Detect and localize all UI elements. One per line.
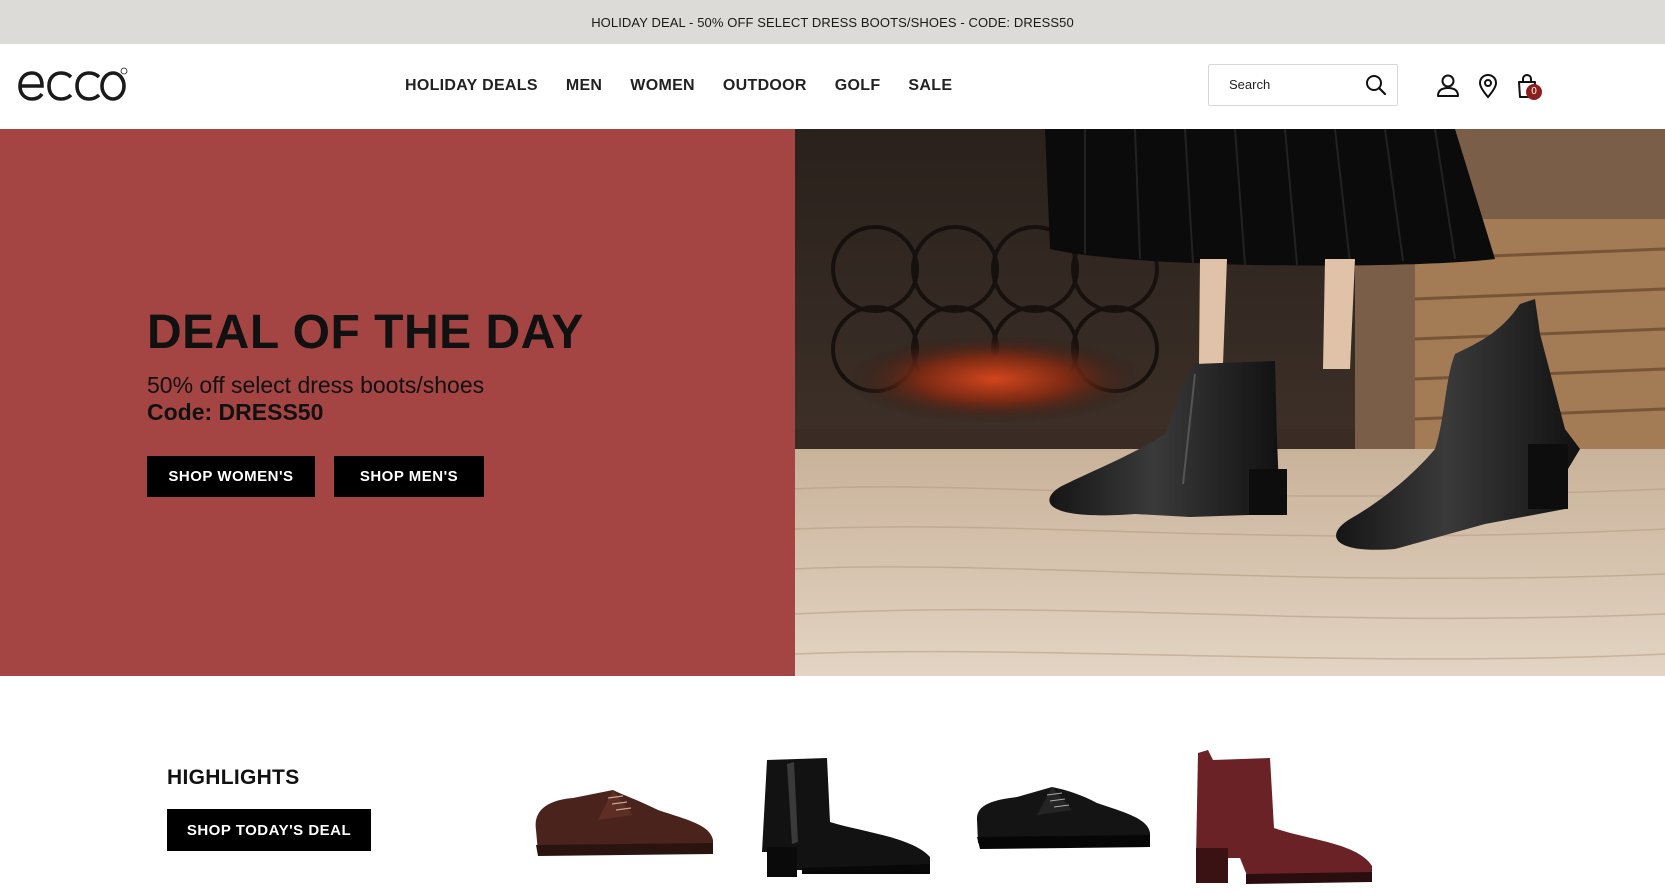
- hero-image: [795, 129, 1665, 676]
- shop-mens-button[interactable]: SHOP MEN'S: [334, 456, 484, 497]
- search-box: [1208, 64, 1398, 106]
- hero-title: DEAL OF THE DAY: [147, 306, 584, 359]
- shop-womens-button[interactable]: SHOP WOMEN'S: [147, 456, 315, 497]
- search-icon[interactable]: [1365, 74, 1387, 96]
- nav-men[interactable]: MEN: [566, 74, 602, 98]
- highlights-title: HIGHLIGHTS: [167, 766, 300, 789]
- black-ankle-boot[interactable]: [752, 752, 932, 882]
- hero-subtitle: 50% off select dress boots/shoes: [147, 372, 485, 398]
- brown-derby-shoe[interactable]: [528, 770, 718, 860]
- cart-count-badge: 0: [1526, 84, 1542, 100]
- nav-holiday-deals[interactable]: HOLIDAY DEALS: [405, 74, 538, 98]
- site-header: HOLIDAY DEALS MEN WOMEN OUTDOOR GOLF SAL…: [0, 44, 1665, 129]
- store-locator-icon[interactable]: [1476, 73, 1500, 99]
- promo-text: HOLIDAY DEAL - 50% OFF SELECT DRESS BOOT…: [591, 14, 1074, 30]
- promo-bar: HOLIDAY DEAL - 50% OFF SELECT DRESS BOOT…: [0, 0, 1665, 44]
- burgundy-suede-boot[interactable]: [1188, 748, 1378, 888]
- nav-women[interactable]: WOMEN: [630, 74, 695, 98]
- shop-todays-deal-button[interactable]: SHOP TODAY'S DEAL: [167, 809, 371, 851]
- nav-sale[interactable]: SALE: [908, 74, 952, 98]
- main-nav: HOLIDAY DEALS MEN WOMEN OUTDOOR GOLF SAL…: [405, 74, 980, 98]
- search-input[interactable]: [1229, 77, 1359, 92]
- hero-text-panel: DEAL OF THE DAY 50% off select dress boo…: [0, 129, 795, 676]
- ecco-logo[interactable]: [16, 66, 128, 106]
- hero-promo-code: Code: DRESS50: [147, 399, 324, 425]
- black-oxford-shoe[interactable]: [972, 775, 1152, 855]
- nav-golf[interactable]: GOLF: [835, 74, 881, 98]
- nav-outdoor[interactable]: OUTDOOR: [723, 74, 807, 98]
- hero-banner: DEAL OF THE DAY 50% off select dress boo…: [0, 129, 1665, 676]
- boots-on-floor-photo: [795, 129, 1665, 676]
- account-icon[interactable]: [1436, 73, 1460, 99]
